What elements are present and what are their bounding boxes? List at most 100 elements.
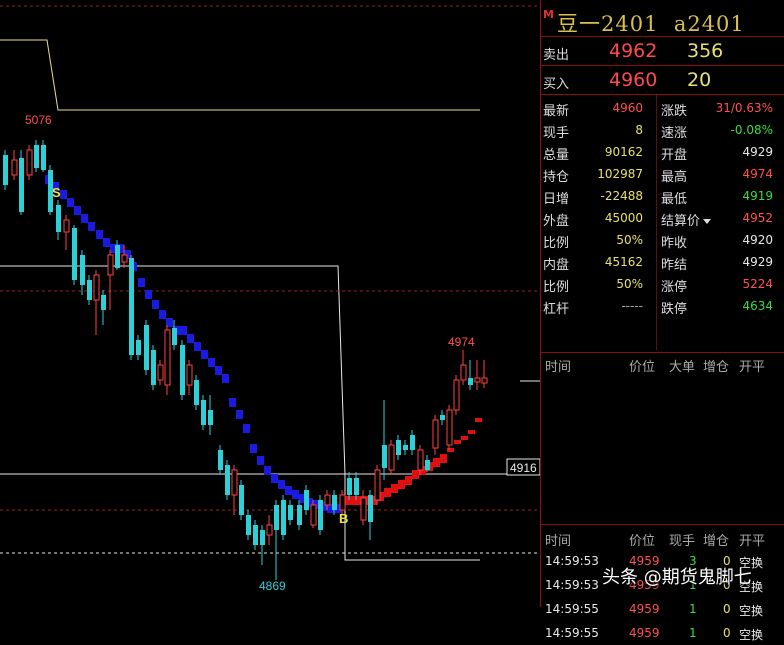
stats-row: 持仓 102987 最高 4974: [541, 163, 784, 185]
candle-body: [41, 145, 46, 170]
tick-price: 4959: [629, 626, 660, 640]
middle-channel-line: [0, 265, 480, 475]
trend-dot-blue: [88, 222, 95, 231]
trend-dot-red: [412, 470, 419, 479]
candle-body: [403, 445, 408, 450]
stat-label-text: 跌停: [661, 302, 688, 317]
stat-label: 涨停: [661, 276, 687, 295]
trend-dot-blue: [152, 300, 159, 309]
candle-body: [56, 205, 61, 232]
candle-body: [446, 409, 453, 446]
candle-body: [388, 444, 395, 471]
candle-body: [474, 377, 481, 383]
candle-body: [481, 377, 488, 384]
candle-body: [281, 500, 286, 535]
stat-label-text: 昨结: [661, 258, 688, 273]
sell-signal-marker: S: [52, 185, 61, 200]
trend-dot-red: [461, 436, 468, 440]
trend-dot-blue: [180, 326, 187, 335]
tick-oi: 0: [723, 626, 731, 640]
candle-body: [253, 525, 258, 545]
recent-high-label: 4974: [448, 335, 475, 349]
stat-label-text: 最高: [661, 170, 688, 185]
stat-label: 杠杆: [543, 302, 570, 317]
tick-time-header: 时间: [545, 534, 572, 549]
candle-body: [297, 505, 302, 525]
stat-label-text: 结算价: [661, 214, 701, 229]
stat-label: 最新: [543, 104, 570, 119]
candle-body: [194, 380, 199, 405]
contract-title[interactable]: 豆一2401 a2401: [557, 8, 745, 38]
stat-label: 开盘: [661, 144, 687, 163]
contract-title-bar: M 豆一2401 a2401: [541, 0, 784, 37]
stat-value: 102987: [597, 167, 643, 181]
candle-body: [360, 497, 367, 521]
trend-dot-blue: [285, 486, 292, 495]
candle-body: [172, 328, 177, 345]
stats-row: 内盘 45162 昨结 4929: [541, 251, 784, 273]
stats-row: 最新 4960 涨跌 31/0.63%: [541, 97, 784, 119]
trend-dot-red: [440, 454, 447, 463]
candle-body: [157, 364, 164, 381]
tick-volume: 1: [689, 626, 697, 640]
candle-body: [417, 449, 424, 471]
tick-oc: 空换: [739, 604, 764, 618]
big-order-list[interactable]: [541, 375, 784, 525]
stat-value: 4952: [742, 211, 773, 225]
chevron-down-icon[interactable]: [703, 219, 712, 224]
trend-dot-red: [447, 448, 454, 452]
tick-header: 时间 价位 现手 增仓 开平: [541, 525, 784, 549]
candle-body: [246, 515, 251, 535]
stat-value: 4974: [742, 167, 773, 181]
tick-row[interactable]: 14:59:55 4959 1 0 空换: [541, 597, 784, 621]
stat-label: 最低: [661, 188, 687, 207]
trend-dot-blue: [264, 466, 271, 475]
stat-label: 现手: [543, 126, 570, 141]
stat-label: 最高: [661, 166, 687, 185]
candlestick-chart[interactable]: 5076 4869 4974 4916 S B: [0, 0, 540, 607]
trend-dot-blue: [208, 358, 215, 367]
stat-value: 4634: [742, 299, 773, 313]
stat-value: 31/0.63%: [715, 101, 773, 115]
candle-body: [260, 530, 265, 545]
tick-oc: 空换: [739, 628, 764, 642]
candle-body: [368, 495, 373, 522]
trend-dot-red: [391, 484, 398, 493]
stat-value: -0.08%: [730, 123, 773, 137]
buy-signal-marker: B: [339, 511, 348, 526]
stats-row: 杠杆 ----- 跌停 4634: [541, 295, 784, 317]
stat-value: 4960: [612, 101, 643, 115]
contract-code: a2401: [673, 12, 745, 36]
candle-body: [93, 274, 100, 301]
candle-body: [144, 325, 149, 370]
ask-row[interactable]: 卖出 4962 356: [541, 37, 784, 66]
candle-body: [432, 419, 439, 449]
candle-body: [425, 460, 430, 470]
trend-dot-blue: [145, 290, 152, 299]
stats-row: 日增 -22488 最低 4919: [541, 185, 784, 207]
tick-volume-header: 现手: [669, 534, 696, 549]
candle-body: [101, 295, 106, 310]
candle-body: [410, 435, 415, 450]
trend-dot-blue: [103, 238, 110, 247]
trend-dot-blue: [194, 342, 201, 351]
candle-body: [468, 378, 473, 385]
trend-dot-blue: [187, 334, 194, 343]
trend-dot-blue: [250, 444, 257, 453]
candle-body: [115, 245, 120, 268]
trend-dot-blue: [215, 366, 222, 375]
trend-dot-blue: [67, 198, 74, 207]
stat-value: -22488: [600, 189, 643, 203]
candle-body: [304, 490, 309, 510]
high-price-label: 5076: [25, 113, 52, 127]
candle-body: [136, 340, 141, 355]
stats-table: 最新 4960 涨跌 31/0.63% 现手 8 速涨 -0.08% 总量 90162 开盘 4929…: [541, 95, 784, 353]
candle-body: [121, 254, 128, 263]
bid-row[interactable]: 买入 4960 20: [541, 66, 784, 95]
trend-dot-red: [433, 458, 440, 467]
tick-row[interactable]: 14:59:55 4959 1 0 空换: [541, 621, 784, 645]
trend-dot-blue: [243, 424, 250, 433]
tick-oi-header: 增仓: [703, 534, 730, 549]
stat-label-text: 开盘: [661, 148, 688, 163]
stat-value: 5224: [742, 277, 773, 291]
